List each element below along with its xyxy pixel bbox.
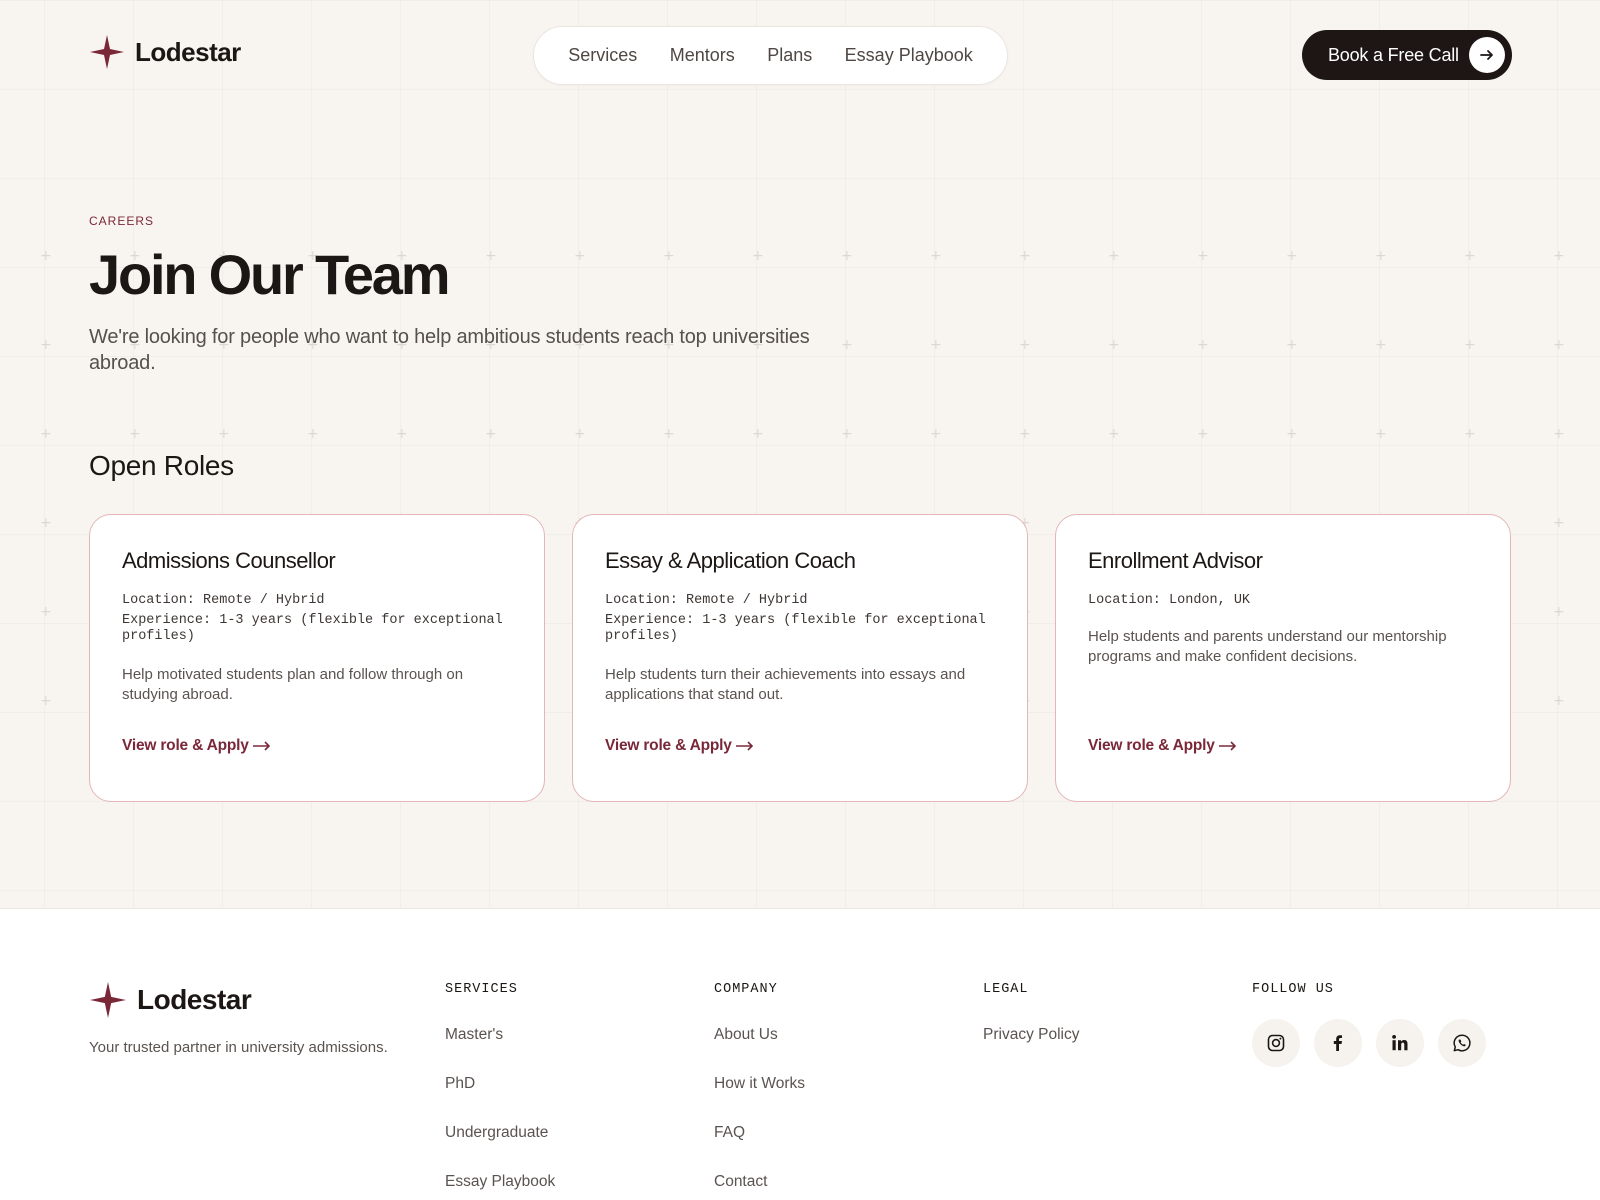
view-role-link[interactable]: View role & Apply [605, 737, 754, 755]
view-role-label: View role & Apply [122, 737, 249, 754]
role-card: Admissions Counsellor Location: Remote /… [89, 514, 545, 802]
role-title: Essay & Application Coach [605, 548, 856, 573]
main-nav: Services Mentors Plans Essay Playbook [533, 26, 1008, 85]
footer-tagline: Your trusted partner in university admis… [89, 1039, 388, 1056]
star-logo-icon [90, 982, 126, 1018]
view-role-label: View role & Apply [605, 737, 732, 754]
facebook-icon[interactable] [1314, 1019, 1362, 1067]
footer-services-column: SERVICES Master's PhD Undergraduate Essa… [445, 982, 555, 1200]
nav-plans[interactable]: Plans [767, 45, 812, 66]
book-call-button[interactable]: Book a Free Call [1302, 30, 1512, 80]
footer-link-faq[interactable]: FAQ [714, 1123, 805, 1172]
role-description: Help motivated students plan and follow … [122, 666, 464, 703]
star-logo-icon [90, 35, 124, 69]
role-location: Location: London, UK [1088, 593, 1251, 608]
role-experience: Experience: 1-3 years (flexible for exce… [122, 613, 503, 644]
arrow-right-icon [1469, 37, 1505, 73]
whatsapp-icon[interactable] [1438, 1019, 1486, 1067]
book-call-label: Book a Free Call [1328, 44, 1459, 65]
footer-services-heading: SERVICES [445, 982, 518, 997]
role-title: Admissions Counsellor [122, 548, 336, 573]
footer-link-essay-playbook[interactable]: Essay Playbook [445, 1172, 555, 1200]
eyebrow-label: CAREERS [89, 214, 155, 228]
linkedin-icon[interactable] [1376, 1019, 1424, 1067]
long-arrow-right-icon [252, 741, 270, 751]
nav-mentors[interactable]: Mentors [670, 45, 735, 66]
long-arrow-right-icon [735, 741, 753, 751]
role-card: Essay & Application Coach Location: Remo… [572, 514, 1028, 802]
instagram-icon[interactable] [1252, 1019, 1300, 1067]
logo[interactable]: Lodestar [89, 34, 241, 70]
nav-essay-playbook[interactable]: Essay Playbook [845, 45, 973, 66]
view-role-link[interactable]: View role & Apply [1088, 737, 1237, 755]
footer-legal-heading: LEGAL [983, 982, 1029, 997]
page-title: Join Our Team [89, 243, 451, 306]
footer-follow-column: FOLLOW US [1252, 982, 1486, 1067]
open-roles-heading: Open Roles [89, 450, 234, 481]
role-description: Help students and parents understand our… [1088, 628, 1447, 665]
role-location: Location: Remote / Hybrid [605, 593, 808, 608]
footer-link-undergraduate[interactable]: Undergraduate [445, 1123, 555, 1172]
footer-link-about-us[interactable]: About Us [714, 1025, 805, 1074]
footer: Lodestar Your trusted partner in univers… [0, 908, 1600, 1200]
role-card: Enrollment Advisor Location: London, UK … [1055, 514, 1511, 802]
footer-logo[interactable]: Lodestar [89, 981, 252, 1019]
footer-link-privacy-policy[interactable]: Privacy Policy [983, 1025, 1079, 1074]
footer-follow-heading: FOLLOW US [1252, 982, 1334, 997]
social-links [1252, 1019, 1486, 1067]
footer-link-phd[interactable]: PhD [445, 1074, 555, 1123]
page-subtitle: We're looking for people who want to hel… [89, 326, 810, 374]
view-role-label: View role & Apply [1088, 737, 1215, 754]
nav-services[interactable]: Services [568, 45, 637, 66]
footer-link-contact[interactable]: Contact [714, 1172, 805, 1200]
role-experience: Experience: 1-3 years (flexible for exce… [605, 613, 986, 644]
footer-link-masters[interactable]: Master's [445, 1025, 555, 1074]
logo-text: Lodestar [135, 36, 241, 67]
footer-logo-text: Lodestar [137, 984, 252, 1015]
role-location: Location: Remote / Hybrid [122, 593, 325, 608]
long-arrow-right-icon [1218, 741, 1236, 751]
footer-company-column: COMPANY About Us How it Works FAQ Contac… [714, 982, 805, 1200]
footer-company-heading: COMPANY [714, 982, 778, 997]
role-description: Help students turn their achievements in… [605, 666, 966, 703]
footer-legal-column: LEGAL Privacy Policy [983, 982, 1079, 1074]
role-title: Enrollment Advisor [1088, 548, 1263, 573]
view-role-link[interactable]: View role & Apply [122, 737, 271, 755]
footer-link-how-it-works[interactable]: How it Works [714, 1074, 805, 1123]
